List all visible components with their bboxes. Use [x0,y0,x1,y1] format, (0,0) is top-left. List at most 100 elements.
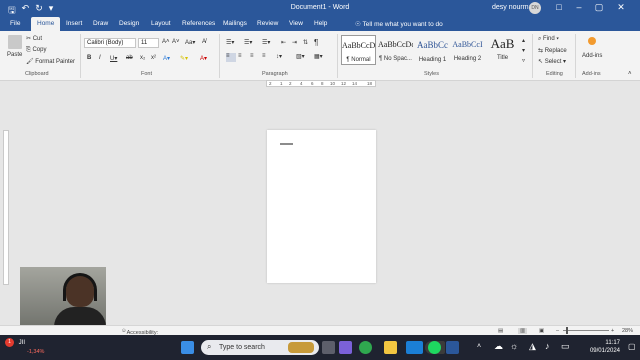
select-button[interactable]: ↖ Select ▾ [538,58,566,65]
maximize-icon[interactable]: ▢ [592,2,606,13]
tab-file[interactable]: File [10,20,20,27]
vertical-ruler[interactable] [3,130,9,285]
stock-widget[interactable]: 1 JII -1,34% [5,338,44,355]
format-painter-button[interactable]: 🖌 Format Painter [26,58,75,65]
multilevel-list-icon[interactable]: ☰▾ [262,39,270,46]
search-icon: ⌕ [207,342,212,351]
notification-icon[interactable]: ▢ [628,342,636,351]
sort-icon[interactable]: ⇅ [303,39,308,46]
file-explorer-icon[interactable] [384,341,397,354]
font-color-icon[interactable]: A▾ [200,55,207,62]
document-page[interactable] [267,130,376,283]
style-title[interactable]: AaB Title [485,35,520,65]
show-formatting-icon[interactable]: ¶ [314,38,318,47]
shrink-font-icon[interactable]: A˅ [172,39,180,45]
line-spacing-icon[interactable]: ↕▾ [276,53,282,60]
font-size-select[interactable]: 11 [138,38,159,48]
tab-draw[interactable]: Draw [93,20,108,27]
shading-icon[interactable]: ▧▾ [296,53,305,60]
battery-icon[interactable]: ▭ [561,341,570,352]
task-view-icon[interactable] [322,341,335,354]
add-ins-icon[interactable] [588,37,596,45]
align-right-icon[interactable]: ≡ [250,53,254,59]
zoom-in-icon[interactable]: + [611,328,614,334]
increase-indent-icon[interactable]: ⇥ [292,39,297,46]
change-case-icon[interactable]: Aa▾ [185,39,195,46]
underline-icon[interactable]: U▾ [110,55,117,62]
onedrive-icon[interactable]: ☁ [494,341,503,352]
start-icon[interactable] [181,341,194,354]
zoom-out-icon[interactable]: – [556,328,559,334]
divider [575,34,576,78]
style-heading-2[interactable]: AaBbCcI Heading 2 [450,35,485,65]
browser-icon[interactable] [410,341,423,354]
word-icon[interactable] [446,341,459,354]
clear-formatting-icon[interactable]: A̸ [202,39,206,45]
borders-icon[interactable]: ▦▾ [314,53,323,60]
align-left-icon[interactable]: ≡ [226,53,236,62]
tab-insert[interactable]: Insert [66,20,82,27]
collapse-ribbon-icon[interactable]: ˄ [628,71,632,77]
font-family-select[interactable]: Calibri (Body) [84,38,136,48]
zoom-slider-thumb[interactable] [566,327,568,334]
justify-icon[interactable]: ≡ [262,53,266,59]
grow-font-icon[interactable]: A˄ [162,39,170,45]
volume-icon[interactable]: ♪ [545,341,550,351]
spotify-icon[interactable] [428,341,441,354]
ribbon-display-icon[interactable]: □ [552,2,566,12]
tab-references[interactable]: References [182,20,215,27]
zoom-level[interactable]: 28% [622,328,633,334]
web-layout-icon[interactable]: ▣ [539,328,544,334]
add-ins-button[interactable]: Add-ins [582,53,602,59]
chat-icon[interactable] [339,341,352,354]
tab-view[interactable]: View [289,20,303,27]
tab-layout[interactable]: Layout [151,20,171,27]
user-name[interactable]: desy nourma [492,4,532,11]
tab-review[interactable]: Review [257,20,278,27]
horizontal-ruler[interactable]: 2 1 2 4 6 8 10 12 14 18 [266,80,376,87]
styles-group-label: Styles [424,71,439,77]
style-normal[interactable]: AaBbCcDc ¶ Normal [341,35,376,65]
print-layout-icon[interactable]: ▥ [518,328,528,334]
cut-button[interactable]: ✂ Cut [26,35,42,42]
decrease-indent-icon[interactable]: ⇤ [281,39,286,46]
show-hidden-icons[interactable]: ˄ [477,343,481,350]
text-effects-icon[interactable]: A▾ [163,55,170,62]
minimize-icon[interactable]: – [572,2,586,12]
subscript-icon[interactable]: x₂ [140,55,145,61]
replace-button[interactable]: ⇆ Replace [538,47,567,54]
superscript-icon[interactable]: x² [151,55,156,61]
editing-group-label: Editing [546,71,563,77]
paste-icon[interactable] [8,35,22,49]
find-button[interactable]: ⌕ Find ▾ [538,36,559,43]
clock[interactable]: 11:17 09/01/2024 [585,339,620,355]
avatar[interactable]: DN [529,2,541,14]
italic-icon[interactable]: I [99,55,101,61]
tab-home[interactable]: Home [31,17,61,31]
bold-icon[interactable]: B [87,55,91,61]
tell-me-search[interactable]: ☉ Tell me what you want to do [355,20,443,28]
styles-scroll-down-icon[interactable]: ▾ [522,47,525,54]
styles-more-icon[interactable]: ▿ [522,57,525,64]
paste-button[interactable]: Paste [7,52,22,58]
styles-scroll-up-icon[interactable]: ▴ [522,37,525,44]
align-center-icon[interactable]: ≡ [238,53,242,59]
read-mode-icon[interactable]: ▤ [498,328,503,334]
strikethrough-icon[interactable]: ab [126,55,133,61]
highlight-icon[interactable]: ✎▾ [180,55,188,62]
tab-design[interactable]: Design [119,20,139,27]
zoom-slider[interactable] [563,330,609,331]
chrome-icon[interactable] [359,341,372,354]
tab-mailings[interactable]: Mailings [223,20,247,27]
close-icon[interactable]: ✕ [614,2,628,13]
numbering-icon[interactable]: ☰▾ [244,39,252,46]
bullets-icon[interactable]: ☰▾ [226,39,234,46]
tab-help[interactable]: Help [314,20,327,27]
network-icon[interactable]: ◮ [529,341,536,352]
accessibility-status[interactable]: ☺ Accessibility: Good to go [121,328,158,342]
lightbulb-icon: ☉ [355,21,361,28]
weather-icon[interactable]: ☼ [510,341,518,351]
style-heading-1[interactable]: AaBbCc Heading 1 [415,35,450,65]
copy-button[interactable]: ⎘ Copy [26,47,46,54]
style-no-spacing[interactable]: AaBbCcDc ¶ No Spac... [378,35,413,65]
